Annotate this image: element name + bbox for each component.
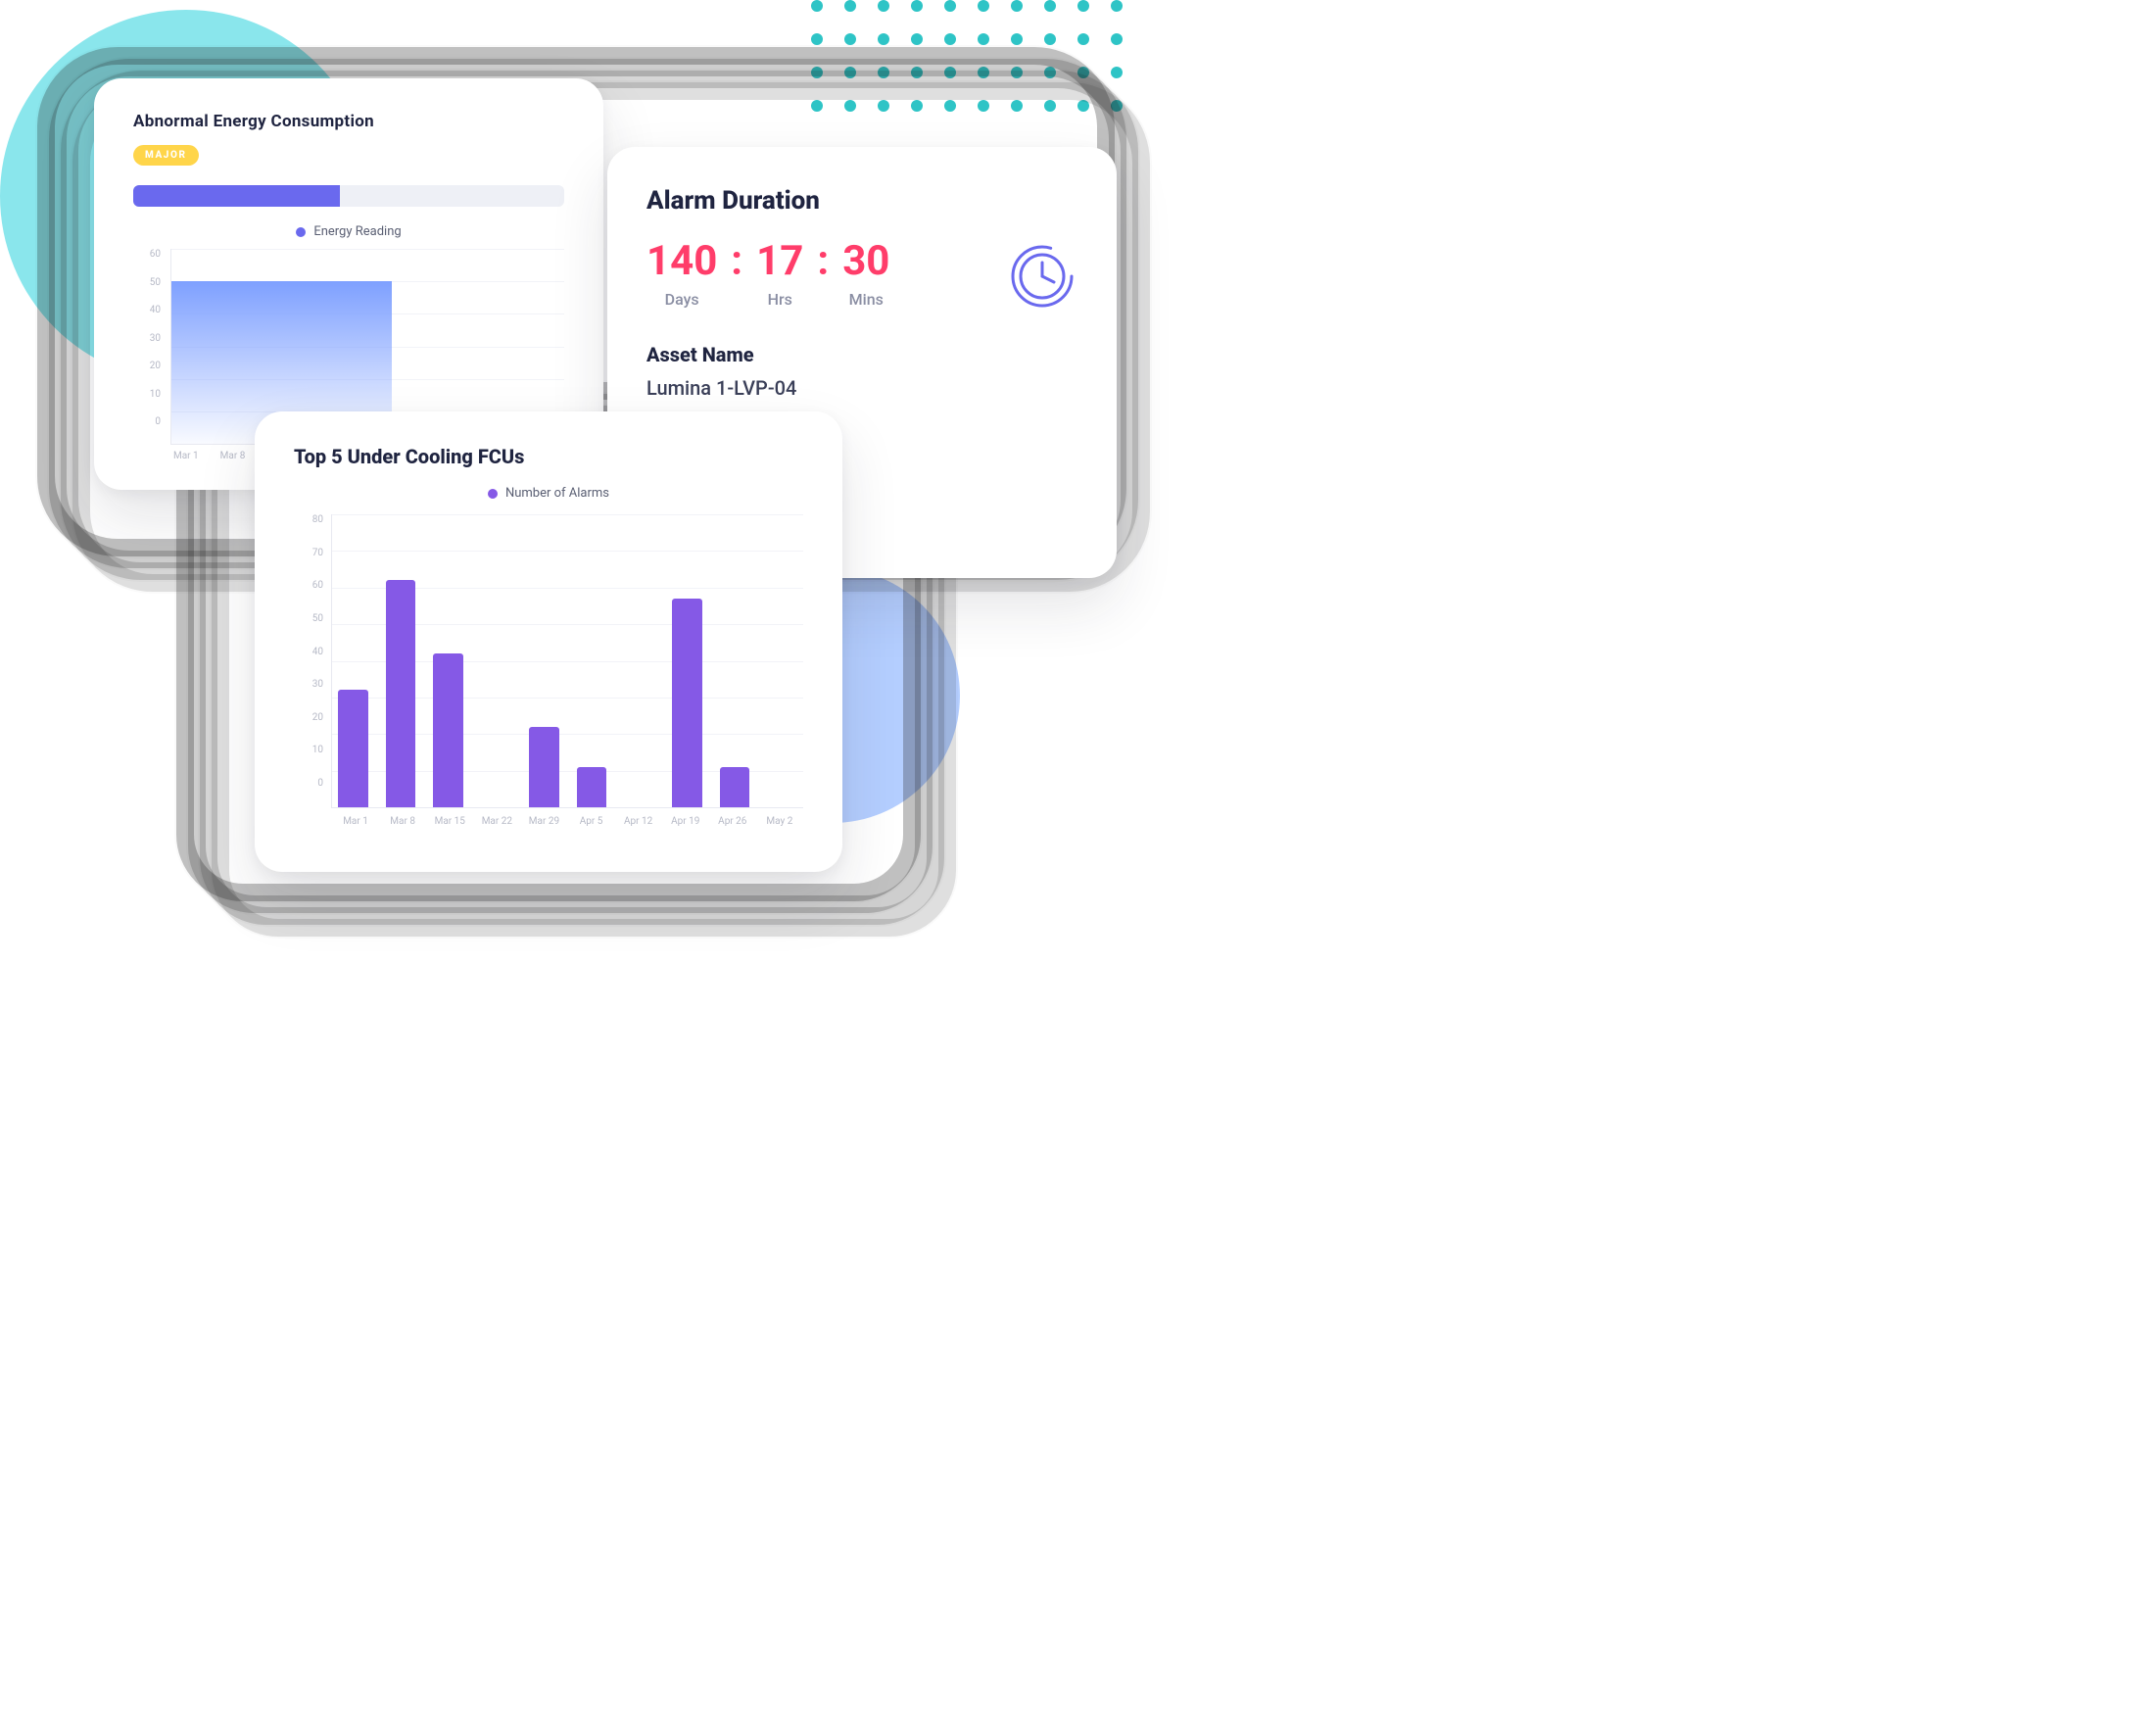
x-tick: Mar 29: [520, 816, 567, 827]
progress-fill: [133, 185, 340, 207]
x-tick: Mar 1: [332, 816, 379, 827]
legend-dot-icon: [296, 227, 306, 237]
x-tick: May 2: [756, 816, 803, 827]
legend-alarms-label: Number of Alarms: [505, 486, 609, 501]
duration-mins-unit: Mins: [849, 290, 884, 309]
x-tick: Apr 19: [662, 816, 709, 827]
bar-chart-plot: Mar 1Mar 8Mar 15Mar 22Mar 29Apr 5Apr 12A…: [331, 514, 803, 808]
bar: [338, 690, 368, 807]
asset-name-value: Lumina 1-LVP-04: [646, 376, 1077, 400]
card3-title: Top 5 Under Cooling FCUs: [294, 445, 803, 468]
bar: [529, 727, 559, 807]
x-tick: Apr 12: [615, 816, 662, 827]
bar: [386, 580, 416, 807]
legend-number-of-alarms: Number of Alarms: [294, 486, 803, 501]
duration-days-unit: Days: [665, 290, 699, 309]
bar-chart-y-axis: 80 70 60 50 40 30 20 10 0: [294, 514, 323, 808]
bar: [720, 767, 750, 807]
severity-badge-major: MAJOR: [133, 145, 199, 166]
duration-hrs-value: 17: [756, 241, 803, 282]
legend-dot-icon: [488, 489, 498, 499]
duration-sep-2: :: [817, 241, 829, 282]
x-tick: Mar 8: [379, 816, 426, 827]
legend-energy-label: Energy Reading: [313, 224, 401, 239]
x-tick: Mar 22: [473, 816, 520, 827]
x-tick: Mar 15: [426, 816, 473, 827]
x-tick: Apr 5: [567, 816, 614, 827]
area-chart-y-axis: 60 50 40 30 20 10 0: [133, 249, 161, 445]
bar: [433, 653, 463, 807]
duration-mins-value: 30: [842, 241, 889, 282]
duration-days-value: 140: [646, 241, 717, 282]
card1-title: Abnormal Energy Consumption: [133, 112, 564, 131]
bar-chart-x-axis: Mar 1Mar 8Mar 15Mar 22Mar 29Apr 5Apr 12A…: [332, 816, 803, 827]
legend-energy-reading: Energy Reading: [133, 224, 564, 239]
bars-row: [332, 514, 803, 807]
card-under-cooling-fcus: Top 5 Under Cooling FCUs Number of Alarm…: [255, 411, 842, 872]
clock-icon: [1007, 241, 1077, 315]
duration-sep-1: :: [731, 241, 742, 282]
asset-name-label: Asset Name: [646, 343, 1077, 366]
alarm-duration-readout: 140 Days : 17 Hrs : 30 Mins: [646, 241, 889, 309]
duration-hrs-unit: Hrs: [768, 290, 792, 309]
progress-track: [133, 185, 564, 207]
bar: [577, 767, 607, 807]
bar-chart-alarms: 80 70 60 50 40 30 20 10 0 Mar 1Mar 8Mar …: [294, 514, 803, 808]
card2-title: Alarm Duration: [646, 186, 1077, 216]
bar: [672, 599, 702, 807]
x-tick: Apr 26: [709, 816, 756, 827]
